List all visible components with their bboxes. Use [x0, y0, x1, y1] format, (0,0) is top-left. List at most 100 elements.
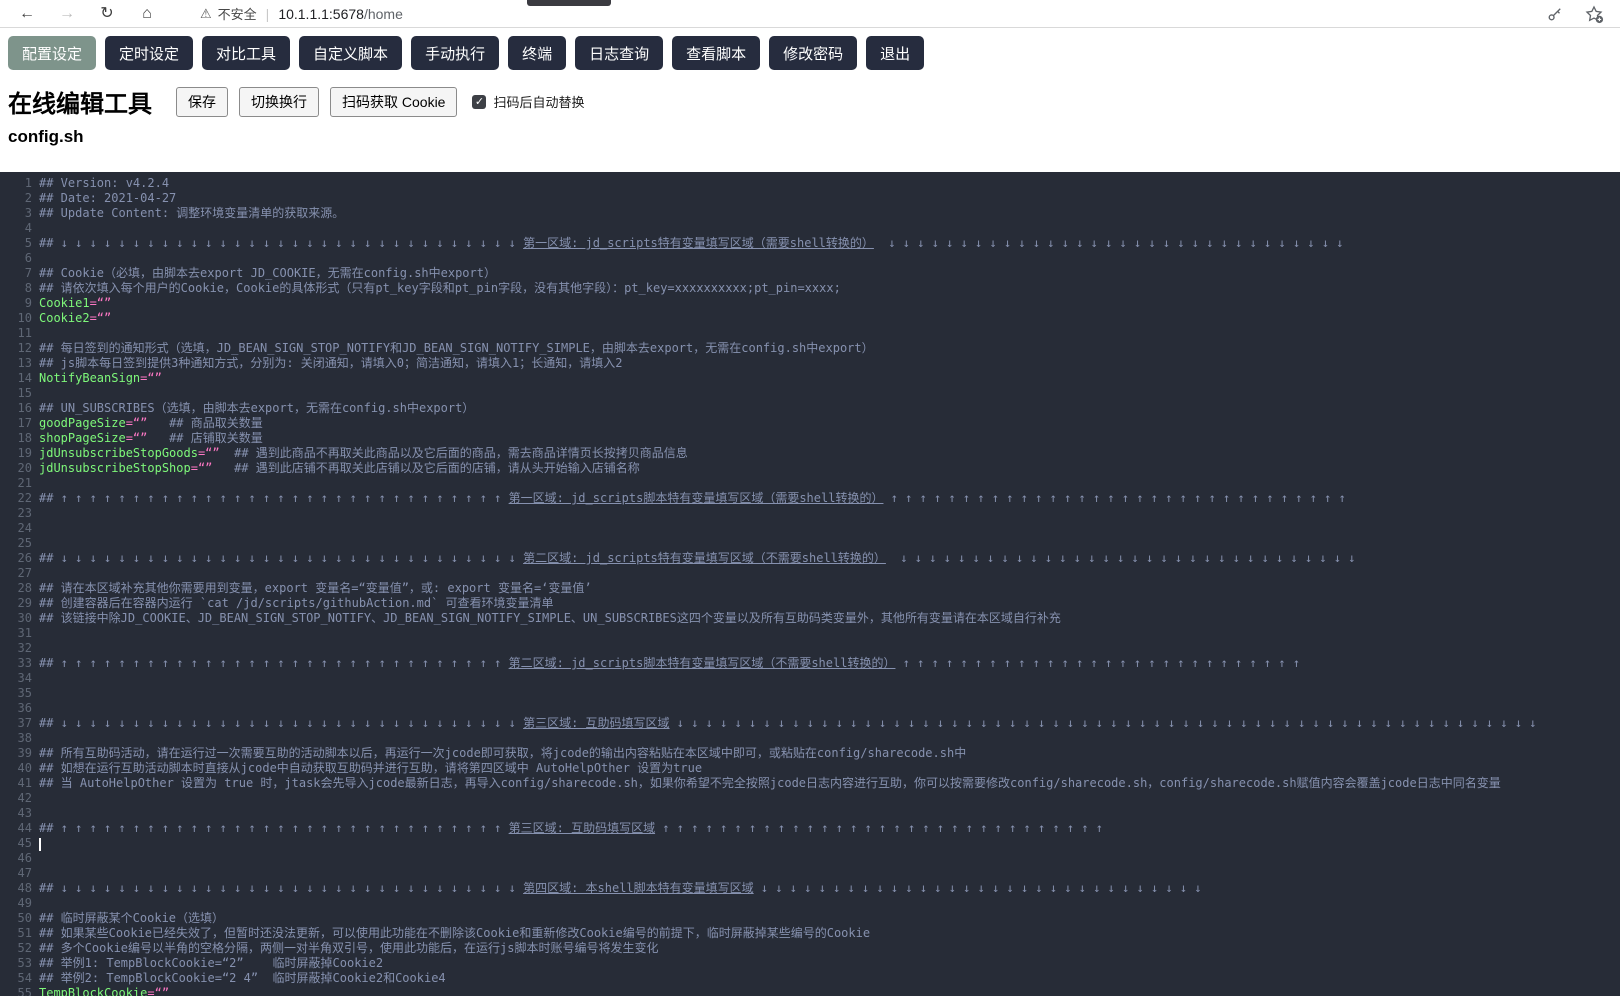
code-line[interactable]: 9Cookie1=“” — [0, 296, 1620, 311]
code-line[interactable]: 12## 每日签到的通知形式（选填，JD_BEAN_SIGN_STOP_NOTI… — [0, 341, 1620, 356]
line-number: 14 — [0, 371, 39, 386]
line-number: 23 — [0, 506, 39, 521]
line-number: 54 — [0, 971, 39, 986]
nav-tab-view-script[interactable]: 查看脚本 — [672, 36, 760, 70]
code-line[interactable]: 24 — [0, 521, 1620, 536]
code-text: ## Cookie（必填，由脚本去export JD_COOKIE，无需在con… — [39, 266, 496, 281]
code-editor[interactable]: 1## Version: v4.2.42## Date: 2021-04-273… — [0, 172, 1620, 996]
site-security-chip[interactable]: ⚠ 不安全 — [200, 4, 257, 23]
code-line[interactable]: 20jdUnsubscribeStopShop=“” ## 遇到此店铺不再取关此… — [0, 461, 1620, 476]
code-line[interactable]: 22## ↑ ↑ ↑ ↑ ↑ ↑ ↑ ↑ ↑ ↑ ↑ ↑ ↑ ↑ ↑ ↑ ↑ ↑… — [0, 491, 1620, 506]
code-line[interactable]: 52## 多个Cookie编号以半角的空格分隔，两侧一对半角双引号，使用此功能后… — [0, 941, 1620, 956]
line-number: 17 — [0, 416, 39, 431]
code-line[interactable]: 5## ↓ ↓ ↓ ↓ ↓ ↓ ↓ ↓ ↓ ↓ ↓ ↓ ↓ ↓ ↓ ↓ ↓ ↓ … — [0, 236, 1620, 251]
code-line[interactable]: 17goodPageSize=“” ## 商品取关数量 — [0, 416, 1620, 431]
refresh-icon[interactable]: ↻ — [94, 0, 120, 27]
code-line[interactable]: 42 — [0, 791, 1620, 806]
code-line[interactable]: 28## 请在本区域补充其他你需要用到变量，export 变量名=“变量值”，或… — [0, 581, 1620, 596]
code-line[interactable]: 29## 创建容器后在容器内运行 `cat /jd/scripts/github… — [0, 596, 1620, 611]
nav-tab-schedule[interactable]: 定时设定 — [105, 36, 193, 70]
address-bar[interactable]: 10.1.1.1:5678/home — [278, 6, 403, 22]
code-text: ## 请依次填入每个用户的Cookie，Cookie的具体形式（只有pt_key… — [39, 281, 841, 296]
code-line[interactable]: 26## ↓ ↓ ↓ ↓ ↓ ↓ ↓ ↓ ↓ ↓ ↓ ↓ ↓ ↓ ↓ ↓ ↓ ↓… — [0, 551, 1620, 566]
code-line[interactable]: 35 — [0, 686, 1620, 701]
code-line[interactable]: 16## UN_SUBSCRIBES（选填，由脚本去export，无需在conf… — [0, 401, 1620, 416]
code-line[interactable]: 37## ↓ ↓ ↓ ↓ ↓ ↓ ↓ ↓ ↓ ↓ ↓ ↓ ↓ ↓ ↓ ↓ ↓ ↓… — [0, 716, 1620, 731]
code-line[interactable]: 49 — [0, 896, 1620, 911]
auto-replace-checkbox[interactable] — [472, 95, 486, 109]
code-line[interactable]: 19jdUnsubscribeStopGoods=“” ## 遇到此商品不再取关… — [0, 446, 1620, 461]
code-line[interactable]: 3## Update Content: 调整环境变量清单的获取来源。 — [0, 206, 1620, 221]
code-line[interactable]: 18shopPageSize=“” ## 店铺取关数量 — [0, 431, 1620, 446]
browser-tab[interactable] — [527, 0, 611, 6]
code-line[interactable]: 1## Version: v4.2.4 — [0, 176, 1620, 191]
code-line[interactable]: 54## 举例2: TempBlockCookie=“2 4” 临时屏蔽掉Coo… — [0, 971, 1620, 986]
nav-tab-custom-script[interactable]: 自定义脚本 — [299, 36, 402, 70]
url-path: /home — [364, 6, 403, 22]
line-number: 42 — [0, 791, 39, 806]
nav-tab-compare-tool[interactable]: 对比工具 — [202, 36, 290, 70]
code-line[interactable]: 8## 请依次填入每个用户的Cookie，Cookie的具体形式（只有pt_ke… — [0, 281, 1620, 296]
nav-tab-manual-run[interactable]: 手动执行 — [411, 36, 499, 70]
code-text: ## 当 AutoHelpOther 设置为 true 时，jtask会先导入j… — [39, 776, 1501, 791]
code-line[interactable]: 30## 该链接中除JD_COOKIE、JD_BEAN_SIGN_STOP_NO… — [0, 611, 1620, 626]
code-line[interactable]: 44## ↑ ↑ ↑ ↑ ↑ ↑ ↑ ↑ ↑ ↑ ↑ ↑ ↑ ↑ ↑ ↑ ↑ ↑… — [0, 821, 1620, 836]
nav-tab-logout[interactable]: 退出 — [866, 36, 924, 70]
code-line[interactable]: 27 — [0, 566, 1620, 581]
code-line[interactable]: 40## 如想在运行互助活动脚本时直接从jcode中自动获取互助码并进行互助，请… — [0, 761, 1620, 776]
code-line[interactable]: 6 — [0, 251, 1620, 266]
code-line[interactable]: 50## 临时屏蔽某个Cookie（选填） — [0, 911, 1620, 926]
code-line[interactable]: 11 — [0, 326, 1620, 341]
code-line[interactable]: 47 — [0, 866, 1620, 881]
code-line[interactable]: 31 — [0, 626, 1620, 641]
nav-tab-change-password[interactable]: 修改密码 — [769, 36, 857, 70]
code-text: ## 请在本区域补充其他你需要用到变量，export 变量名=“变量值”，或: … — [39, 581, 592, 596]
code-line[interactable]: 39## 所有互助码活动，请在运行过一次需要互助的活动脚本以后，再运行一次jco… — [0, 746, 1620, 761]
code-line[interactable]: 48## ↓ ↓ ↓ ↓ ↓ ↓ ↓ ↓ ↓ ↓ ↓ ↓ ↓ ↓ ↓ ↓ ↓ ↓… — [0, 881, 1620, 896]
editor-toolbar: 在线编辑工具 保存 切换换行 扫码获取 Cookie 扫码后自动替换 — [8, 84, 584, 119]
line-number: 28 — [0, 581, 39, 596]
code-line[interactable]: 25 — [0, 536, 1620, 551]
code-line[interactable]: 4 — [0, 221, 1620, 236]
line-number: 16 — [0, 401, 39, 416]
toggle-wrap-button[interactable]: 切换换行 — [239, 87, 319, 117]
code-line[interactable]: 32 — [0, 641, 1620, 656]
code-line[interactable]: 2## Date: 2021-04-27 — [0, 191, 1620, 206]
scan-cookie-button[interactable]: 扫码获取 Cookie — [330, 87, 457, 117]
line-number: 35 — [0, 686, 39, 701]
back-icon[interactable]: ← — [14, 0, 40, 27]
line-number: 46 — [0, 851, 39, 866]
code-text: ## UN_SUBSCRIBES（选填，由脚本去export，无需在config… — [39, 401, 474, 416]
code-line[interactable]: 38 — [0, 731, 1620, 746]
code-line[interactable]: 46 — [0, 851, 1620, 866]
code-line[interactable]: 55TempBlockCookie=“” — [0, 986, 1620, 996]
code-line[interactable]: 41## 当 AutoHelpOther 设置为 true 时，jtask会先导… — [0, 776, 1620, 791]
code-text: ## 创建容器后在容器内运行 `cat /jd/scripts/githubAc… — [39, 596, 554, 611]
nav-tab-config[interactable]: 配置设定 — [8, 36, 96, 70]
code-line[interactable]: 43 — [0, 806, 1620, 821]
code-line[interactable]: 51## 如果某些Cookie已经失效了，但暂时还没法更新，可以使用此功能在不删… — [0, 926, 1620, 941]
home-icon[interactable]: ⌂ — [134, 0, 160, 27]
code-line[interactable]: 21 — [0, 476, 1620, 491]
code-line[interactable]: 36 — [0, 701, 1620, 716]
code-line[interactable]: 23 — [0, 506, 1620, 521]
code-line[interactable]: 14NotifyBeanSign=“” — [0, 371, 1620, 386]
code-line[interactable]: 33## ↑ ↑ ↑ ↑ ↑ ↑ ↑ ↑ ↑ ↑ ↑ ↑ ↑ ↑ ↑ ↑ ↑ ↑… — [0, 656, 1620, 671]
forward-icon[interactable]: → — [54, 0, 80, 27]
nav-tab-log-query[interactable]: 日志查询 — [575, 36, 663, 70]
code-line[interactable]: 10Cookie2=“” — [0, 311, 1620, 326]
code-text: ## 举例1: TempBlockCookie=“2” 临时屏蔽掉Cookie2 — [39, 956, 383, 971]
add-favorite-star-icon[interactable] — [1584, 4, 1604, 24]
code-line[interactable]: 13## js脚本每日签到提供3种通知方式，分别为: 关闭通知，请填入0；简洁通… — [0, 356, 1620, 371]
nav-tab-terminal[interactable]: 终端 — [508, 36, 566, 70]
code-line[interactable]: 7## Cookie（必填，由脚本去export JD_COOKIE，无需在co… — [0, 266, 1620, 281]
line-number: 1 — [0, 176, 39, 191]
code-line[interactable]: 34 — [0, 671, 1620, 686]
code-line[interactable]: 45 — [0, 836, 1620, 851]
save-button[interactable]: 保存 — [176, 87, 228, 117]
password-key-icon[interactable] — [1546, 5, 1564, 23]
code-line[interactable]: 53## 举例1: TempBlockCookie=“2” 临时屏蔽掉Cooki… — [0, 956, 1620, 971]
line-number: 22 — [0, 491, 39, 506]
line-number: 49 — [0, 896, 39, 911]
code-line[interactable]: 15 — [0, 386, 1620, 401]
